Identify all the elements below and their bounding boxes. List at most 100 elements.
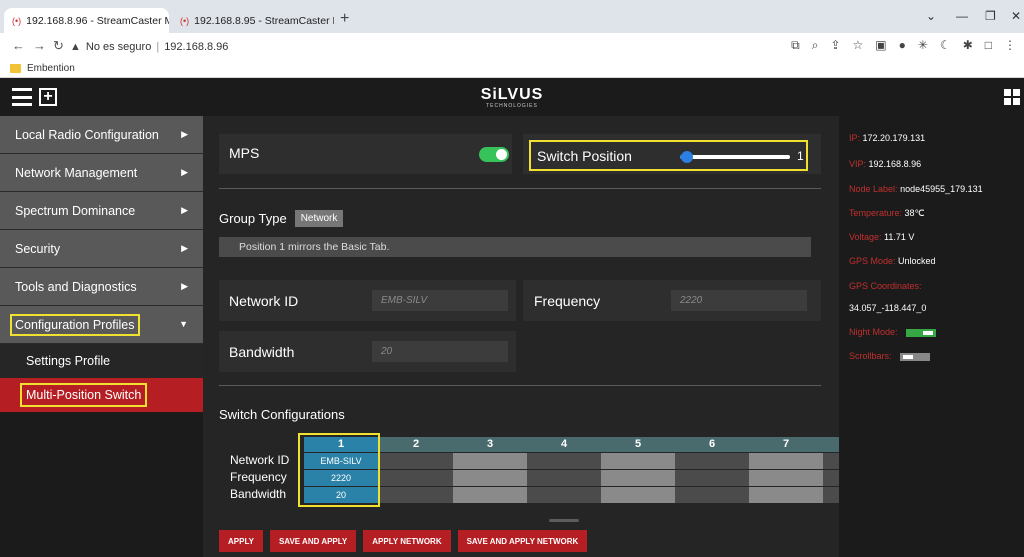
- table-column[interactable]: 6: [675, 437, 749, 517]
- slider-handle[interactable]: [681, 151, 693, 163]
- url-text: 192.168.8.96: [164, 40, 229, 53]
- table-cell[interactable]: [749, 470, 823, 486]
- close-window-button[interactable]: ✕: [1011, 9, 1021, 23]
- network-id-label: Network ID: [229, 293, 299, 309]
- mps-toggle[interactable]: [479, 147, 509, 162]
- sidebar-subitem-label: Multi-Position Switch: [19, 383, 148, 407]
- puzzle-icon[interactable]: ✱: [963, 38, 973, 53]
- table-cell[interactable]: [749, 453, 823, 469]
- table-column[interactable]: 4: [527, 437, 601, 517]
- vip-info: VIP: 192.168.8.96: [849, 159, 921, 169]
- zoom-icon[interactable]: ⌕: [812, 38, 819, 53]
- menu-icon[interactable]: ⋮: [1004, 38, 1016, 53]
- minimize-button[interactable]: —: [956, 9, 968, 23]
- hamburger-menu-icon[interactable]: [12, 88, 32, 106]
- extension-icon[interactable]: ●: [899, 38, 906, 53]
- temperature-info: Temperature: 38℃: [849, 208, 925, 219]
- table-scrollbar[interactable]: [549, 519, 579, 522]
- table-cell: [823, 470, 839, 486]
- reload-icon[interactable]: ↻: [53, 38, 64, 54]
- table-column[interactable]: 5: [601, 437, 675, 517]
- share-icon[interactable]: ⇪: [830, 38, 840, 53]
- sidebar-item-local-radio-configuration[interactable]: Local Radio Configuration ▶: [0, 116, 203, 154]
- night-mode-label: Night Mode:: [849, 327, 898, 337]
- column-header: 5: [601, 437, 675, 452]
- group-type-select[interactable]: Network: [294, 210, 344, 227]
- sidepanel-icon[interactable]: □: [985, 38, 992, 53]
- maximize-button[interactable]: ❐: [985, 9, 996, 23]
- table-cell[interactable]: [527, 470, 601, 486]
- sidebar-item-network-management[interactable]: Network Management ▶: [0, 154, 203, 192]
- sidebar-item-spectrum-dominance[interactable]: Spectrum Dominance ▶: [0, 192, 203, 230]
- chevron-right-icon: ▶: [181, 129, 188, 139]
- table-column-partial: [823, 437, 839, 517]
- new-tab-button[interactable]: +: [340, 10, 349, 28]
- table-cell[interactable]: [527, 453, 601, 469]
- voltage-value: 11.71 V: [884, 232, 915, 242]
- back-icon[interactable]: ←: [12, 38, 25, 53]
- table-cell[interactable]: [453, 470, 527, 486]
- table-cell[interactable]: [601, 470, 675, 486]
- sidebar-item-label: Network Management: [15, 165, 138, 180]
- table-column[interactable]: 2: [379, 437, 453, 517]
- extension-icon[interactable]: ☾: [940, 38, 951, 53]
- table-cell[interactable]: [675, 470, 749, 486]
- apply-network-button[interactable]: APPLY NETWORK: [363, 530, 451, 552]
- row-label-bandwidth: Bandwidth: [230, 487, 287, 501]
- table-cell[interactable]: [601, 487, 675, 503]
- network-id-input[interactable]: EMB-SILV: [372, 290, 508, 311]
- forward-icon[interactable]: →: [33, 38, 46, 53]
- chevron-down-icon[interactable]: ⌄: [926, 9, 936, 23]
- sidebar-item-label: Local Radio Configuration: [15, 127, 159, 142]
- sidebar-item-security[interactable]: Security ▶: [0, 230, 203, 268]
- temperature-label: Temperature:: [849, 208, 903, 218]
- add-icon[interactable]: +: [39, 88, 57, 106]
- table-cell[interactable]: [379, 487, 453, 503]
- app-header: + SiLVUS TECHNOLOGIES: [0, 79, 1024, 116]
- save-and-apply-network-button[interactable]: SAVE AND APPLY NETWORK: [457, 530, 588, 552]
- table-cell[interactable]: [527, 487, 601, 503]
- scrollbars-toggle[interactable]: [900, 352, 931, 361]
- gps-coordinates-value: 34.057_-118.447_0: [849, 303, 927, 313]
- browser-tab-1[interactable]: (•) 192.168.8.96 - StreamCaster MIM ✕: [4, 8, 169, 33]
- table-cell[interactable]: [675, 487, 749, 503]
- frequency-input[interactable]: 2220: [671, 290, 807, 311]
- save-and-apply-button[interactable]: SAVE AND APPLY: [269, 530, 357, 552]
- column-header: 4: [527, 437, 601, 452]
- apply-button[interactable]: APPLY: [219, 530, 263, 552]
- browser-tab-2[interactable]: (•) 192.168.8.95 - StreamCaster MIM ✕: [172, 8, 334, 33]
- star-icon[interactable]: ☆: [853, 38, 864, 53]
- column-header: 6: [675, 437, 749, 452]
- grid-view-icon[interactable]: [1004, 89, 1020, 105]
- security-text: No es seguro: [85, 40, 152, 53]
- table-cell[interactable]: [601, 453, 675, 469]
- sidebar-subitem-settings-profile[interactable]: Settings Profile: [0, 344, 203, 378]
- table-cell[interactable]: [453, 487, 527, 503]
- table-cell[interactable]: [379, 470, 453, 486]
- sidebar-item-tools-and-diagnostics[interactable]: Tools and Diagnostics ▶: [0, 268, 203, 306]
- switch-position-value: 1: [797, 149, 804, 163]
- sidebar-item-configuration-profiles[interactable]: Configuration Profiles ▼: [0, 306, 203, 344]
- extension-icon[interactable]: ✳: [918, 38, 928, 53]
- extension-icon[interactable]: ▣: [875, 38, 886, 53]
- bookmarks-bar: Embention: [0, 60, 1024, 78]
- bandwidth-input[interactable]: 20: [372, 341, 508, 362]
- table-cell[interactable]: [675, 453, 749, 469]
- night-mode-toggle[interactable]: [906, 328, 937, 337]
- switch-position-slider[interactable]: [680, 151, 790, 163]
- column-1-highlight: [298, 433, 380, 507]
- sidebar-item-label: Spectrum Dominance: [15, 203, 136, 218]
- table-cell[interactable]: [379, 453, 453, 469]
- mps-label: MPS: [229, 145, 260, 161]
- bookmark-embention[interactable]: Embention: [27, 63, 75, 74]
- address-bar[interactable]: ▲ No es seguro | 192.168.8.96: [70, 36, 770, 57]
- row-label-frequency: Frequency: [230, 470, 287, 484]
- table-column[interactable]: 7: [749, 437, 823, 517]
- table-cell[interactable]: [749, 487, 823, 503]
- info-message-text: Position 1 mirrors the Basic Tab.: [239, 241, 390, 253]
- table-cell[interactable]: [453, 453, 527, 469]
- translate-icon[interactable]: ⧉: [791, 38, 800, 53]
- sidebar-subitem-multi-position-switch[interactable]: Multi-Position Switch: [0, 378, 203, 412]
- table-column[interactable]: 3: [453, 437, 527, 517]
- sidebar: Local Radio Configuration ▶ Network Mana…: [0, 116, 203, 557]
